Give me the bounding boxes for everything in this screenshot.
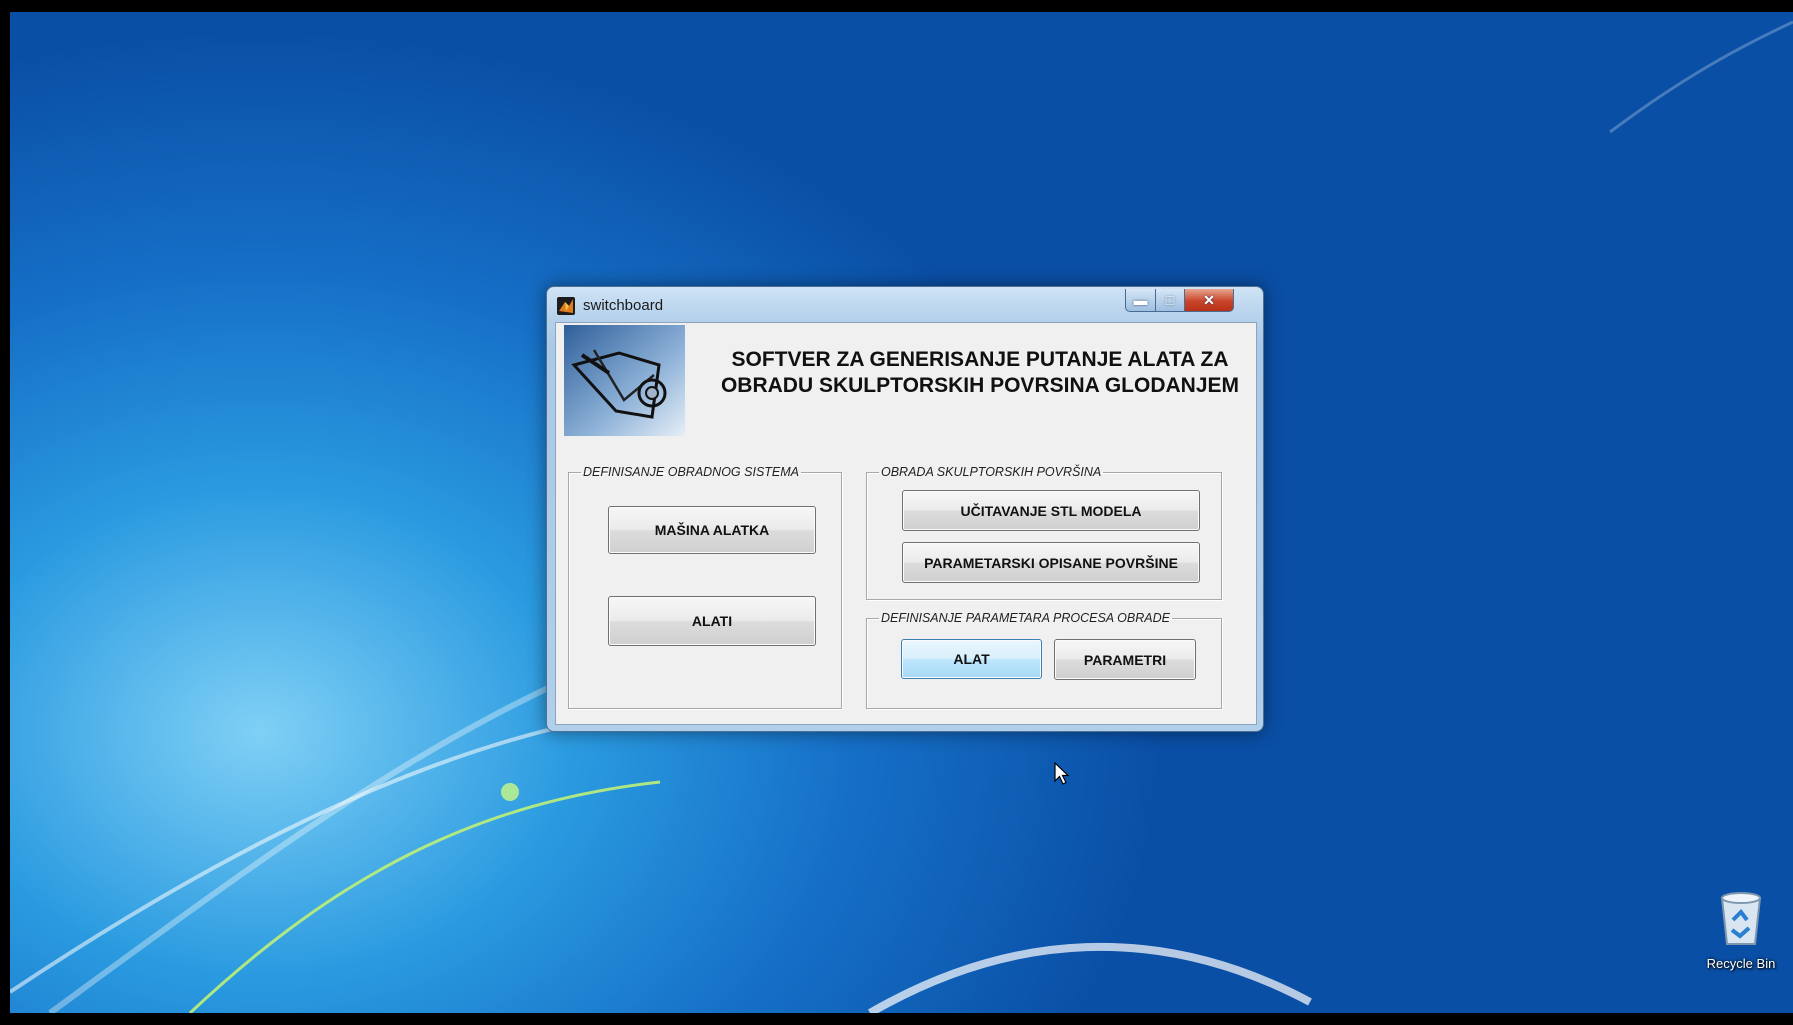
alat-button[interactable]: ALAT [901, 639, 1042, 679]
matlab-icon [557, 297, 575, 315]
minimize-icon: ▬ [1133, 292, 1148, 308]
heading-line-1: SOFTVER ZA GENERISANJE PUTANJE ALATA ZA [731, 348, 1229, 371]
app-logo [564, 325, 685, 436]
parametarski-povrsine-button[interactable]: PARAMETARSKI OPISANE POVRŠINE [902, 542, 1200, 583]
maximize-icon: □ [1165, 292, 1175, 308]
window-title: switchboard [583, 297, 664, 314]
group-obradni-sistem: DEFINISANJE OBRADNOG SISTEMA [568, 465, 842, 709]
group-obradni-sistem-legend: DEFINISANJE OBRADNOG SISTEMA [583, 465, 800, 479]
recycle-bin-label: Recycle Bin [1706, 956, 1776, 971]
heading-line-2: OBRADU SKULPTORSKIH POVRSINA GLODANJEM [720, 374, 1240, 397]
group-skulptorske-povrsine-legend: OBRADA SKULPTORSKIH POVRŠINA [881, 465, 1102, 479]
taskbar-edge [0, 1013, 1793, 1025]
alati-button[interactable]: ALATI [608, 596, 816, 646]
masina-alatka-button[interactable]: MAŠINA ALATKA [608, 506, 816, 554]
recycle-bin-icon [1720, 892, 1762, 945]
parametri-button[interactable]: PARAMETRI [1054, 639, 1196, 680]
app-heading: SOFTVER ZA GENERISANJE PUTANJE ALATA ZA … [706, 347, 1254, 399]
recycle-bin[interactable]: Recycle Bin [1696, 882, 1786, 982]
switchboard-window: switchboard ▬ □ ✕ SOFTVER ZA GENERISANJE… [546, 286, 1264, 732]
window-client-area: SOFTVER ZA GENERISANJE PUTANJE ALATA ZA … [555, 322, 1257, 725]
group-parametri-procesa-legend: DEFINISANJE PARAMETARA PROCESA OBRADE [881, 611, 1170, 625]
minimize-button[interactable]: ▬ [1125, 289, 1156, 312]
close-button[interactable]: ✕ [1184, 289, 1234, 312]
mouse-cursor-icon [1054, 762, 1070, 785]
close-icon: ✕ [1203, 291, 1215, 308]
maximize-button[interactable]: □ [1155, 289, 1185, 312]
ucitavanje-stl-button[interactable]: UČITAVANJE STL MODELA [902, 490, 1200, 531]
title-bar[interactable]: switchboard ▬ □ ✕ [547, 287, 1263, 321]
